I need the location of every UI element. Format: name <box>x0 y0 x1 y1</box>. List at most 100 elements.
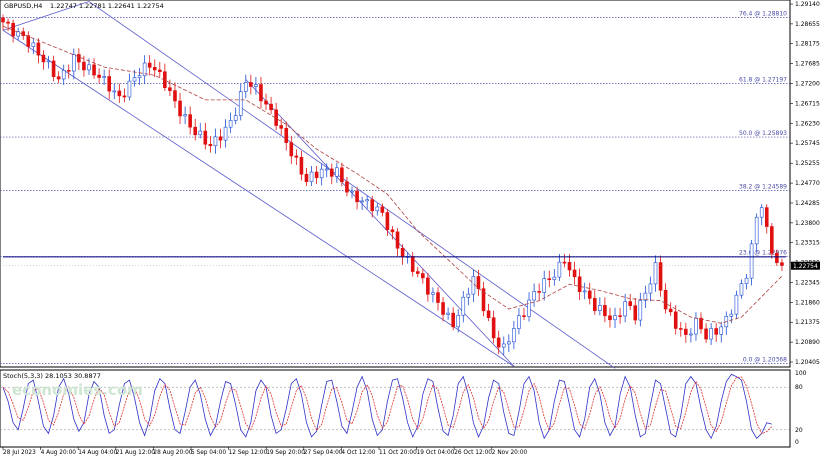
candle-body <box>547 278 552 281</box>
candle-body <box>304 173 309 182</box>
symbol-label: GBPUSD,H4 <box>4 2 42 10</box>
candle-body <box>527 299 531 317</box>
candle-body <box>512 328 516 343</box>
candle-body <box>491 317 496 339</box>
fib-level-label: 0.0 @ 1.20368 <box>743 357 787 364</box>
candle-body <box>370 199 375 212</box>
price-tick-label: 1.25745 <box>795 140 820 147</box>
price-tick-label: 1.27685 <box>795 61 820 68</box>
candle-body <box>577 276 582 293</box>
candle-body <box>1 17 5 23</box>
price-tick-label: 1.25255 <box>795 160 820 167</box>
candle-body <box>507 341 511 345</box>
candle-body <box>203 130 208 145</box>
candle-body <box>385 212 390 231</box>
price-tick-label: 1.28175 <box>795 41 820 48</box>
stoch-level-label: 80 <box>795 384 803 391</box>
price-tick-label: 1.21860 <box>795 299 820 306</box>
candle-body <box>400 247 405 258</box>
candle-body <box>754 216 759 245</box>
candle-body <box>466 293 471 298</box>
stoch-label: Stoch(5,3,3) 28.1053 30.8877 <box>3 372 101 380</box>
candle-body <box>147 62 152 68</box>
candle-body <box>243 82 248 92</box>
candle-body <box>188 114 192 128</box>
candle-body <box>633 305 638 321</box>
candle-body <box>628 301 633 306</box>
candle-body <box>613 315 617 321</box>
candle-body <box>542 278 547 293</box>
candle-body <box>299 157 304 175</box>
stoch-level-label: 0 <box>795 439 799 446</box>
candle-body <box>56 76 61 80</box>
candle-body <box>734 294 739 315</box>
candle-body <box>289 142 294 157</box>
candle-body <box>714 328 718 335</box>
candle-body <box>26 35 31 47</box>
candle-body <box>16 31 20 37</box>
candle-body <box>46 60 51 63</box>
candle-body <box>198 130 203 136</box>
candle-body <box>107 76 112 92</box>
candle-body <box>552 276 557 281</box>
candle-body <box>132 77 137 82</box>
price-tick-label: 1.29140 <box>795 1 820 8</box>
candle-body <box>375 206 380 212</box>
candle-body <box>658 262 663 291</box>
candle-body <box>603 305 607 317</box>
trading-chart: 76.4 @ 1.28810 61.8 @ 1.27197 50.0 @ 1.258… <box>0 0 820 456</box>
candle-body <box>704 328 708 340</box>
candle-body <box>249 82 253 87</box>
candle-body <box>137 75 142 78</box>
candle-body <box>501 343 506 348</box>
candle-body <box>173 90 177 102</box>
candle-body <box>97 74 101 78</box>
candle-body <box>127 80 132 98</box>
candle-body <box>486 310 491 319</box>
candle-body <box>623 301 627 317</box>
candle-body <box>739 283 744 296</box>
price-tick-label: 1.20890 <box>795 339 820 346</box>
fib-level-label: 76.4 @ 1.28810 <box>739 11 787 18</box>
candle-body <box>329 168 334 177</box>
candle-body <box>82 61 86 71</box>
candle-body <box>567 262 572 271</box>
candle-body <box>780 262 784 266</box>
time-tick-label: 19 Oct 04:00 <box>417 450 455 456</box>
candle-body <box>668 308 673 313</box>
candle-body <box>770 226 774 254</box>
candle-body <box>638 300 643 321</box>
candle-body <box>254 84 258 87</box>
candle-body <box>41 54 46 63</box>
candle-body <box>775 253 779 263</box>
time-tick-label: 19 Sep 20:00 <box>266 450 305 456</box>
candle-body <box>694 317 698 335</box>
candle-body <box>537 291 541 293</box>
candle-body <box>350 190 354 193</box>
price-tick-label: 1.22345 <box>795 279 820 286</box>
candle-body <box>72 54 76 72</box>
candle-body <box>87 64 91 71</box>
time-tick-label: 26 Oct 12:00 <box>454 450 492 456</box>
candle-body <box>279 125 283 129</box>
candle-body <box>421 273 425 279</box>
candle-body <box>218 136 223 141</box>
candle-body <box>587 290 592 299</box>
watermark-logo: economies.com <box>12 381 143 399</box>
price-tick-label: 1.24770 <box>795 180 820 187</box>
time-axis: 28 Jul 2023 4 Aug 20:00 14 Aug 04:0021 Aug… <box>2 447 528 456</box>
candle-body <box>36 42 41 56</box>
candle-body <box>461 296 466 316</box>
candle-body <box>395 231 400 249</box>
candle-body <box>319 168 324 179</box>
candle-body <box>436 292 440 303</box>
price-tick-label: 1.21375 <box>795 319 820 326</box>
candle-body <box>152 67 157 71</box>
price-tick-label: 1.24285 <box>795 200 820 207</box>
candle-body <box>598 305 602 312</box>
stoch-level-label: 100 <box>795 370 807 377</box>
candle-body <box>228 120 233 128</box>
price-tick-label: 1.26715 <box>795 100 820 107</box>
candle-body <box>158 69 162 73</box>
price-tick-label: 1.26230 <box>795 120 820 127</box>
